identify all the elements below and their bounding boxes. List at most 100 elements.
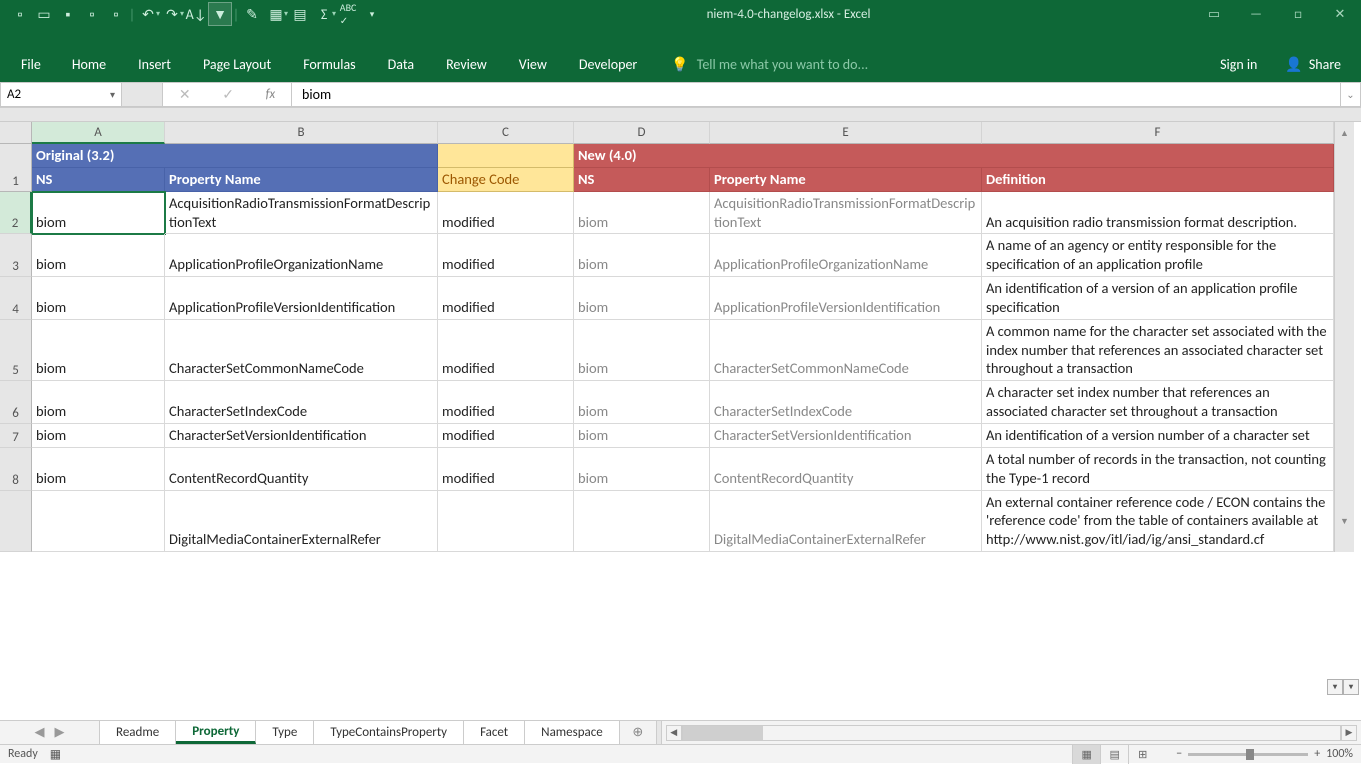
cell[interactable]: A name of an agency or entity responsibl…	[982, 234, 1334, 277]
sort-icon[interactable]: A↓	[184, 2, 208, 26]
cell[interactable]: biom	[32, 424, 165, 448]
cell[interactable]: biom	[32, 192, 165, 235]
cell[interactable]: biom	[32, 381, 165, 424]
row-header-1[interactable]: 1	[0, 144, 32, 192]
sheet-tab-facet[interactable]: Facet	[464, 721, 525, 744]
cell[interactable]: modified	[438, 192, 574, 235]
cell[interactable]: ContentRecordQuantity	[710, 448, 982, 491]
cell[interactable]: A character set index number that refere…	[982, 381, 1334, 424]
sheet-tab-readme[interactable]: Readme	[100, 721, 176, 744]
cell[interactable]	[574, 491, 710, 553]
sheet-tab-namespace[interactable]: Namespace	[525, 721, 620, 744]
cell[interactable]: biom	[574, 277, 710, 320]
tab-page-layout[interactable]: Page Layout	[187, 50, 287, 78]
cell[interactable]: modified	[438, 320, 574, 382]
new-icon[interactable]: ▫	[8, 2, 32, 26]
expand-formula-bar-icon[interactable]: ⌄	[1341, 82, 1361, 107]
qat-customize-icon[interactable]: ▾	[360, 2, 384, 26]
scroll-thumb[interactable]	[683, 726, 763, 740]
cell[interactable]: modified	[438, 277, 574, 320]
zoom-out-icon[interactable]: −	[1176, 747, 1182, 761]
cell[interactable]: A total number of records in the transac…	[982, 448, 1334, 491]
row-header[interactable]: 8	[0, 448, 32, 491]
row-header[interactable]: 5	[0, 320, 32, 382]
cell[interactable]: ApplicationProfileVersionIdentification	[165, 277, 438, 320]
cell[interactable]: biom	[32, 277, 165, 320]
cell[interactable]: CharacterSetVersionIdentification	[710, 424, 982, 448]
view-normal-icon[interactable]: ▦	[1072, 745, 1100, 764]
spellcheck-icon[interactable]: ABC✓	[336, 2, 360, 26]
name-box[interactable]: A2 ▾	[0, 82, 122, 107]
row-header[interactable]	[0, 491, 32, 553]
zoom-level[interactable]: 100%	[1326, 747, 1353, 761]
cell[interactable]: CharacterSetVersionIdentification	[165, 424, 438, 448]
cell[interactable]: An external container reference code / E…	[982, 491, 1334, 553]
row-header[interactable]: 6	[0, 381, 32, 424]
cell[interactable]: biom	[574, 234, 710, 277]
cell[interactable]: AcquisitionRadioTransmissionFormatDescri…	[165, 192, 438, 235]
cell[interactable]: biom	[574, 424, 710, 448]
print-preview-icon[interactable]: ▫	[104, 2, 128, 26]
clear-icon[interactable]: ✎	[240, 2, 264, 26]
minimize-icon[interactable]: —	[1235, 0, 1277, 28]
tab-insert[interactable]: Insert	[122, 50, 187, 78]
tab-nav[interactable]: ◀ ▶	[0, 721, 100, 744]
accept-icon[interactable]: ✓	[222, 86, 234, 103]
sheet-tab-typecontainsproperty[interactable]: TypeContainsProperty	[314, 721, 464, 744]
cell[interactable]: modified	[438, 381, 574, 424]
cell[interactable]: AcquisitionRadioTransmissionFormatDescri…	[710, 192, 982, 235]
tab-data[interactable]: Data	[372, 50, 430, 78]
tab-view[interactable]: View	[503, 50, 563, 78]
cell[interactable]: biom	[574, 381, 710, 424]
sign-in-button[interactable]: Sign in	[1206, 56, 1271, 73]
filter-icon[interactable]: ▼	[208, 2, 232, 26]
tab-review[interactable]: Review	[430, 50, 503, 78]
cell[interactable]: modified	[438, 448, 574, 491]
cell[interactable]: DigitalMediaContainerExternalRefer	[710, 491, 982, 553]
cell[interactable]: modified	[438, 424, 574, 448]
zoom-slider[interactable]	[1188, 753, 1308, 756]
view-page-break-icon[interactable]: ⊞	[1128, 745, 1156, 764]
col-header-C[interactable]: C	[438, 122, 574, 144]
cancel-icon[interactable]: ✕	[179, 86, 191, 103]
cell[interactable]: An identification of a version number of…	[982, 424, 1334, 448]
tab-nav-prev-icon[interactable]: ◀	[35, 725, 45, 740]
vscroll-up[interactable]: ▲	[1334, 122, 1354, 144]
cell[interactable]: biom	[32, 320, 165, 382]
share-button[interactable]: 👤 Share	[1271, 56, 1355, 73]
insert-cells-icon[interactable]: ▤	[288, 2, 312, 26]
row-header[interactable]: 2	[0, 192, 32, 235]
sheet-tab-type[interactable]: Type	[256, 721, 314, 744]
chevron-down-icon[interactable]: ▾	[110, 88, 115, 101]
cell[interactable]: biom	[574, 320, 710, 382]
save-all-icon[interactable]: ▫	[80, 2, 104, 26]
cell[interactable]: biom	[32, 448, 165, 491]
cell[interactable]: biom	[32, 234, 165, 277]
col-header-B[interactable]: B	[165, 122, 438, 144]
zoom-control[interactable]: − + 100%	[1168, 747, 1353, 761]
cell[interactable]: ApplicationProfileOrganizationName	[165, 234, 438, 277]
maximize-icon[interactable]: □	[1277, 0, 1319, 28]
macro-record-icon[interactable]: ▦	[50, 747, 61, 762]
cell[interactable]: modified	[438, 234, 574, 277]
scroll-right-icon[interactable]: ▶	[1341, 725, 1357, 741]
ribbon-options-icon[interactable]: ▭	[1193, 0, 1235, 28]
new-sheet-button[interactable]: ⊕	[620, 721, 656, 744]
cell[interactable]: ContentRecordQuantity	[165, 448, 438, 491]
tab-formulas[interactable]: Formulas	[287, 50, 371, 78]
open-icon[interactable]: ▭	[32, 2, 56, 26]
cell[interactable]: biom	[574, 448, 710, 491]
cell[interactable]: CharacterSetIndexCode	[165, 381, 438, 424]
col-header-F[interactable]: F	[982, 122, 1334, 144]
cell[interactable]: biom	[574, 192, 710, 235]
row-header[interactable]: 3	[0, 234, 32, 277]
filter-btn[interactable]: ▾	[1343, 679, 1359, 695]
horizontal-scrollbar[interactable]: ◀ ▶	[662, 721, 1361, 744]
cell[interactable]: An acquisition radio transmission format…	[982, 192, 1334, 235]
cell[interactable]: CharacterSetIndexCode	[710, 381, 982, 424]
tab-developer[interactable]: Developer	[563, 50, 653, 78]
col-header-D[interactable]: D	[574, 122, 710, 144]
select-all-corner[interactable]	[0, 122, 32, 144]
col-header-A[interactable]: A	[32, 122, 165, 144]
vscroll-down[interactable]: ▼	[1334, 491, 1354, 553]
